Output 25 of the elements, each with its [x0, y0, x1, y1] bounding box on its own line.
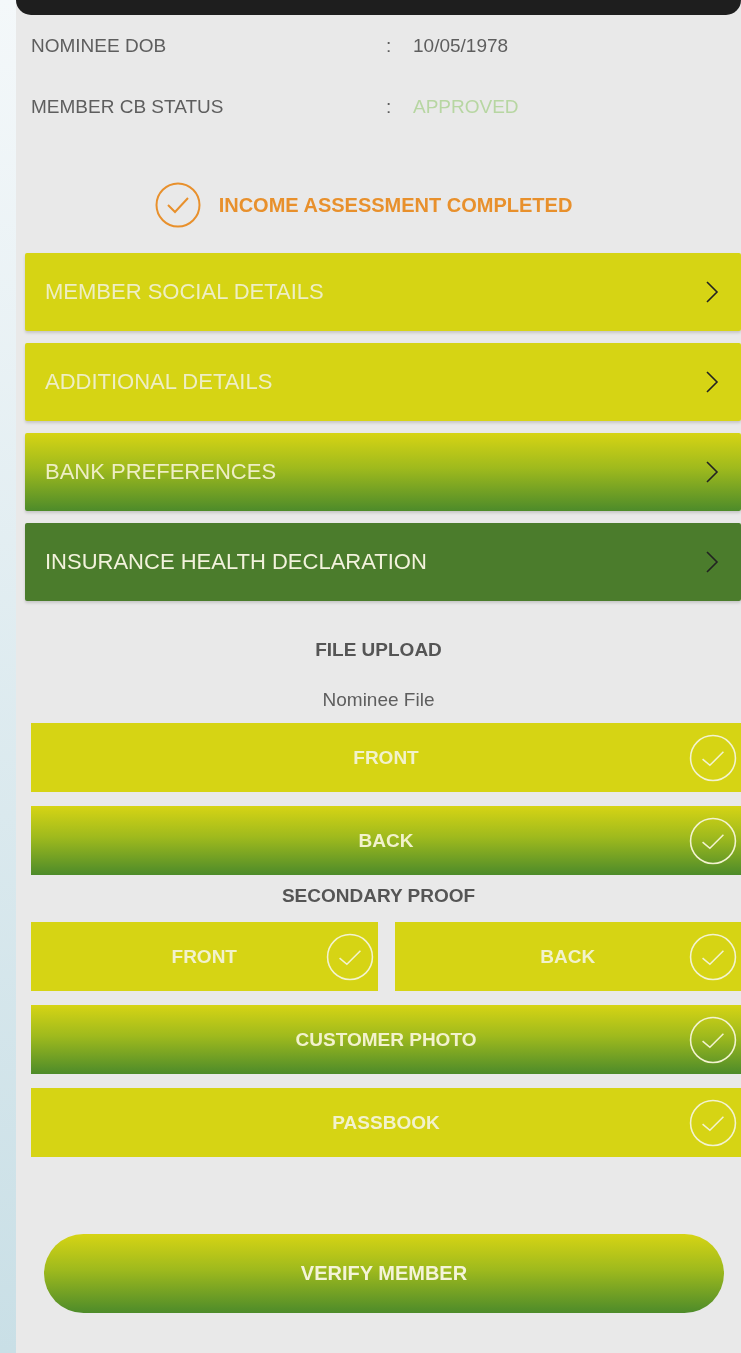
upload-button[interactable]: FRONT	[31, 922, 378, 991]
detail-value: APPROVED	[413, 95, 519, 118]
chevron-right-icon	[705, 460, 719, 484]
section-row[interactable]: BANK PREFERENCES	[25, 433, 741, 511]
upload-button[interactable]: PASSBOOK	[31, 1088, 741, 1157]
assessment-status: INCOME ASSESSMENT COMPLETED	[218, 193, 573, 217]
chevron-right-icon	[705, 550, 719, 574]
verify-member-button[interactable]: VERIFY MEMBER	[44, 1234, 724, 1313]
detail-separator: :	[386, 34, 393, 57]
upload-button[interactable]: BACK	[31, 806, 741, 875]
chevron-right-icon	[705, 280, 719, 304]
group-title: Nominee File	[321, 689, 436, 711]
upload-button[interactable]: BACK	[394, 922, 741, 991]
section-row[interactable]: INSURANCE HEALTH DECLARATION	[25, 523, 741, 601]
detail-label: NOMINEE DOB	[31, 34, 168, 57]
detail-separator: :	[386, 95, 393, 118]
upload-button[interactable]: CUSTOMER PHOTO	[31, 1005, 741, 1074]
upload-button[interactable]: FRONT	[31, 723, 741, 792]
section-row[interactable]: MEMBER SOCIAL DETAILS	[25, 253, 741, 331]
section-row[interactable]: ADDITIONAL DETAILS	[25, 343, 741, 421]
detail-value: 10/05/1978	[413, 34, 509, 57]
detail-label: MEMBER CB STATUS	[31, 95, 225, 118]
chevron-right-icon	[705, 370, 719, 394]
section-title: FILE UPLOAD	[314, 639, 443, 661]
group-title: SECONDARY PROOF	[280, 885, 477, 907]
